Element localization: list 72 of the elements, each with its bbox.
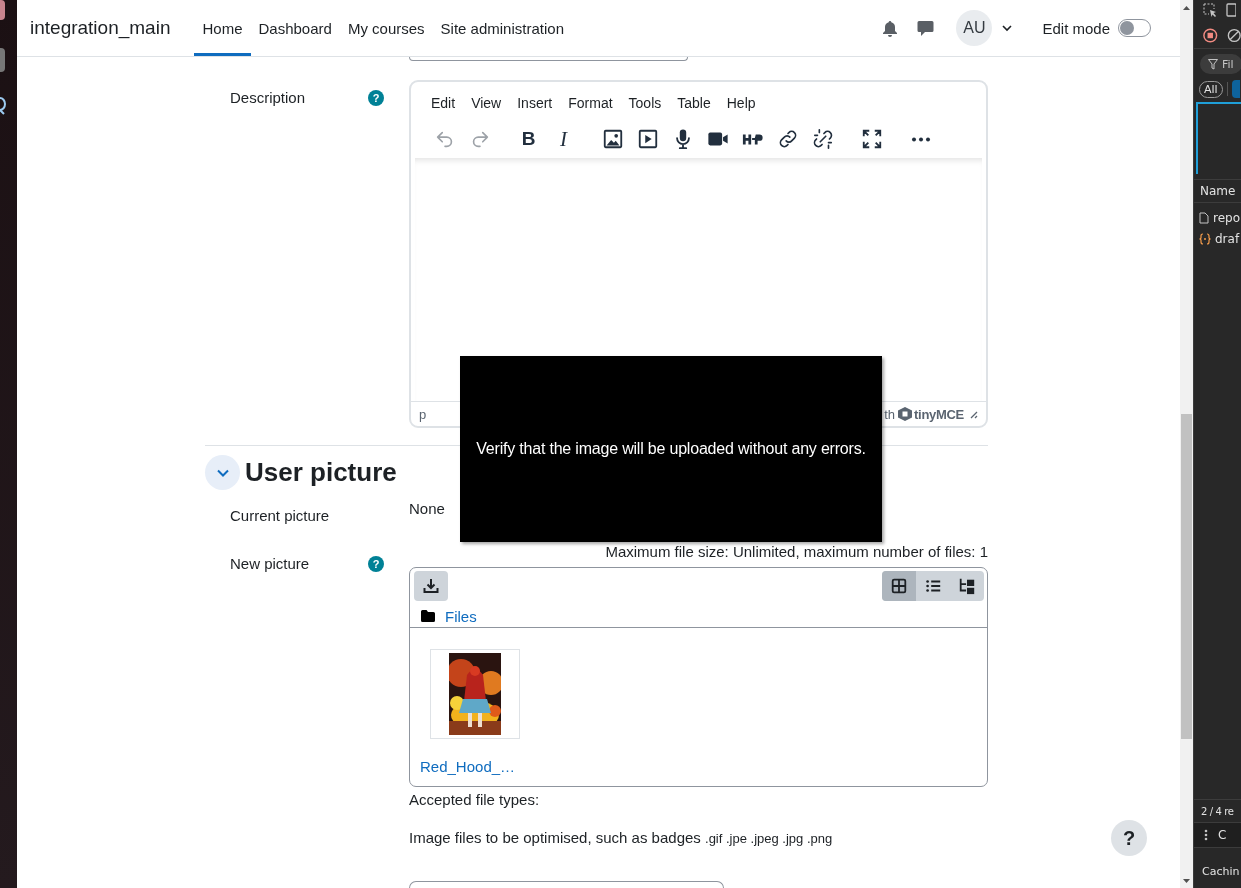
play-icon (636, 128, 659, 150)
edit-mode-toggle[interactable] (1118, 19, 1151, 37)
edit-mode-label: Edit mode (1042, 19, 1110, 37)
field-label: Description (230, 89, 306, 106)
stop-recording-icon[interactable] (1203, 28, 1218, 43)
image-icon (601, 128, 624, 150)
help-button[interactable]: ? (368, 90, 384, 106)
file-name-link[interactable]: Red_Hood_… (420, 758, 516, 775)
editor-menu-item[interactable]: Format (560, 95, 621, 114)
folder-link[interactable]: Files (445, 607, 477, 625)
help-button[interactable]: ? (368, 556, 384, 572)
chat-bubble-icon[interactable] (917, 19, 935, 37)
help-button[interactable]: ? (1111, 820, 1147, 856)
editor-menu-item[interactable]: Table (669, 95, 719, 114)
grid-view-button[interactable] (882, 571, 916, 601)
brand-name[interactable]: tinyMCE (914, 406, 964, 422)
editor-menu-item[interactable]: Insert (509, 95, 561, 114)
user-avatar[interactable]: AU (956, 10, 993, 46)
branding-text[interactable]: th (884, 406, 896, 422)
accepted-types-label: Accepted file types: (409, 791, 541, 808)
timeline-overview[interactable] (1196, 102, 1241, 174)
more-dots-icon (910, 136, 931, 142)
file-limits-text: Maximum file size: Unlimited, maximum number of files: 1 (605, 543, 988, 560)
element-path[interactable]: p (419, 406, 427, 422)
filter-field[interactable]: Fil (1200, 54, 1241, 74)
italic-button[interactable]: I (546, 123, 581, 155)
field-label: Current picture (230, 507, 330, 524)
accepted-types-text: Image files to be optimised, such as badges .gif .jpe .jpeg .jpg .png (409, 829, 834, 846)
grid-view-icon (890, 577, 908, 595)
editor-menu-item[interactable]: Tools (620, 95, 670, 114)
scroll-up-arrow-icon[interactable] (1182, 4, 1191, 12)
nav-tab[interactable]: Dashboard (250, 0, 340, 56)
more-vertical-icon[interactable] (1204, 829, 1208, 841)
drawer-text: Cachin (1201, 864, 1241, 880)
network-request-row[interactable]: repo (1194, 207, 1241, 228)
drawer-tab[interactable]: C (1218, 828, 1227, 842)
download-icon (423, 578, 439, 594)
tooltip: Verify that the image will be uploaded without any errors. (460, 356, 882, 542)
folder-icon (421, 610, 435, 622)
device-toolbar-icon[interactable] (1226, 3, 1236, 17)
editor-menu-item[interactable]: Help (718, 95, 764, 114)
resize-handle-icon[interactable] (968, 409, 978, 419)
collapse-toggle[interactable] (205, 455, 240, 490)
nav-tab[interactable]: Home (194, 0, 251, 56)
list-view-icon (924, 577, 942, 595)
dock-app-icon[interactable] (0, 96, 6, 116)
clear-icon[interactable] (1226, 28, 1241, 43)
editor-menu-item[interactable]: View (463, 95, 510, 114)
braces-icon (1199, 232, 1211, 245)
tinymce-logo-icon[interactable] (898, 407, 913, 421)
download-button[interactable] (414, 571, 448, 601)
editor-menu-item[interactable]: Edit (423, 95, 464, 114)
file-thumbnail[interactable] (430, 649, 520, 739)
nav-tab[interactable]: Site administration (432, 0, 572, 56)
field-label: New picture (230, 555, 310, 572)
inspect-element-icon[interactable] (1203, 3, 1217, 17)
network-request-row[interactable]: draf (1194, 228, 1241, 249)
nav-tab[interactable]: My courses (339, 0, 433, 56)
site-name[interactable]: integration_main (30, 17, 171, 39)
fullscreen-icon (860, 128, 883, 150)
column-header[interactable]: Name (1194, 179, 1241, 203)
section-heading: User picture (245, 457, 397, 488)
bell-icon[interactable] (882, 19, 899, 37)
scroll-down-arrow-icon[interactable] (1182, 877, 1191, 885)
document-icon (1199, 211, 1209, 224)
filter-icon (1208, 59, 1218, 70)
caret-icon[interactable] (1002, 24, 1013, 32)
tree-view-icon (958, 577, 976, 595)
current-picture-value: None (409, 499, 446, 519)
scrollbar-thumb[interactable] (1181, 414, 1192, 739)
broken-link-icon (811, 128, 834, 150)
bold-button[interactable]: B (511, 123, 546, 155)
